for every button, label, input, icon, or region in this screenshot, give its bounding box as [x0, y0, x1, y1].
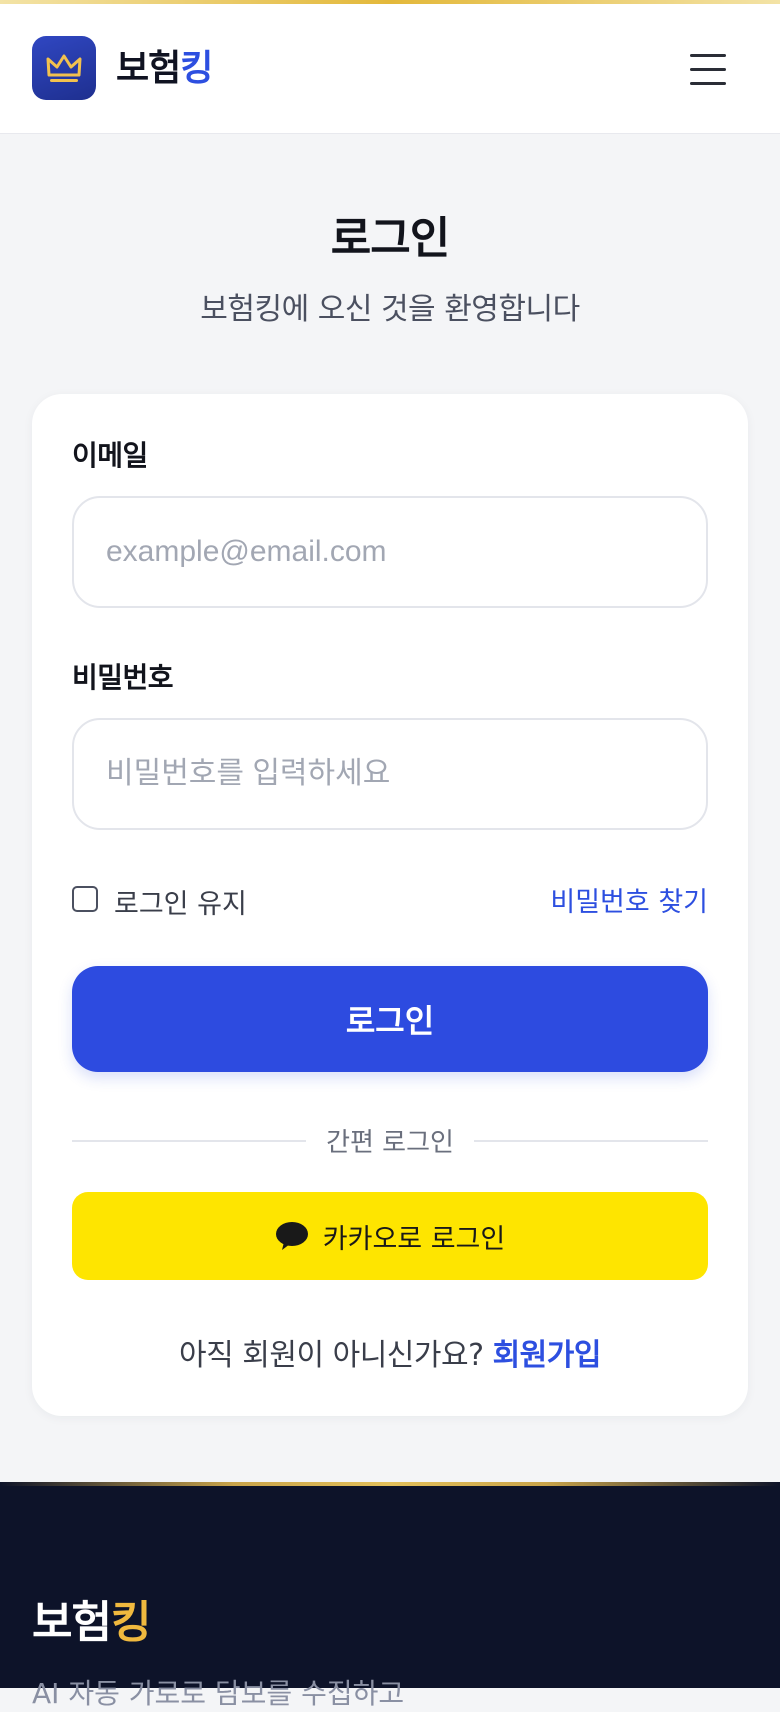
password-field[interactable]	[72, 718, 708, 830]
login-button[interactable]: 로그인	[72, 966, 708, 1072]
page-subtitle: 보험킹에 오신 것을 환영합니다	[200, 292, 580, 327]
footer-brand-main: 보험	[32, 1597, 112, 1648]
speech-bubble-icon	[275, 1222, 308, 1250]
footer-accent-line	[0, 1482, 780, 1486]
hamburger-menu-icon[interactable]	[690, 52, 726, 86]
signup-row: 아직 회원이 아니신가요? 회원가입	[32, 1330, 748, 1374]
footer-brand: 보험킹	[32, 1586, 151, 1650]
divider-line-right	[474, 1140, 708, 1142]
brand-name-main: 보험	[116, 48, 181, 89]
footer-tagline: AI 자동 가로로 담보를 수집하고	[32, 1677, 405, 1710]
kakao-login-label: 카카오로 로그인	[322, 1223, 506, 1255]
signup-prompt: 아직 회원이 아니신가요?	[179, 1338, 484, 1373]
password-label: 비밀번호	[72, 661, 174, 694]
brand-name-accent: 킹	[180, 48, 213, 89]
email-label: 이메일	[72, 439, 148, 472]
app-header: 보험킹	[0, 4, 780, 134]
login-card: 이메일 비밀번호 로그인 유지 비밀번호 찾기 로그인 간편 로그인 카카오로 …	[32, 394, 748, 1416]
brand-name: 보험킹	[116, 44, 213, 94]
crown-icon	[46, 54, 82, 82]
footer-brand-accent: 킹	[110, 1597, 151, 1648]
footer: 보험킹 AI 자동 가로로 담보를 수집하고	[0, 1482, 780, 1710]
email-field[interactable]	[72, 496, 708, 608]
kakao-login-button[interactable]: 카카오로 로그인	[72, 1192, 708, 1280]
signup-link[interactable]: 회원가입	[493, 1338, 602, 1373]
remember-me-checkbox[interactable]	[72, 886, 98, 912]
page-title: 로그인	[330, 213, 450, 264]
remember-me-label[interactable]: 로그인 유지	[114, 882, 247, 921]
logo[interactable]	[32, 36, 96, 100]
find-password-link[interactable]: 비밀번호 찾기	[550, 880, 708, 919]
